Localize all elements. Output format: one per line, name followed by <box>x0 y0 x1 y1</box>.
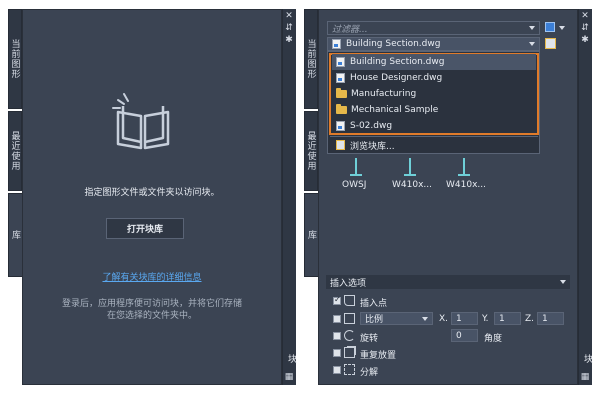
block-preview-owsj[interactable] <box>350 158 362 176</box>
block-name-owsj: OWSJ <box>342 180 367 190</box>
angle-label: 角度 <box>484 334 503 344</box>
scale-x-input[interactable]: 1 <box>451 312 478 325</box>
insertion-point-label: 插入点 <box>360 299 388 309</box>
rotate-icon <box>344 330 355 341</box>
x-label: X. <box>439 314 449 324</box>
browse-library-icon <box>336 140 345 150</box>
filter-input[interactable]: 过滤器... <box>327 21 540 35</box>
learn-more-link[interactable]: 了解有关块库的详细信息 <box>22 270 282 283</box>
z-label: Z. <box>525 314 535 324</box>
tab-library[interactable]: 库 <box>8 193 22 277</box>
right-titlebar-strip <box>578 9 592 385</box>
chevron-down-icon <box>560 280 566 284</box>
dropdown-item-manufacturing[interactable]: Manufacturing <box>332 86 536 102</box>
close-icon[interactable]: ✕ <box>283 11 295 21</box>
browse-library-icon[interactable] <box>545 38 556 49</box>
block-preview-w410-2[interactable] <box>458 158 470 176</box>
chevron-down-icon <box>529 26 535 30</box>
tab-library[interactable]: 库 <box>304 193 318 277</box>
scale-checkbox[interactable] <box>333 315 341 323</box>
tab-current-drawing[interactable]: 当前图形 <box>304 9 318 109</box>
library-message: 指定图形文件或文件夹以访问块。 <box>84 188 220 198</box>
folder-icon <box>336 88 347 98</box>
repeat-placement-checkbox[interactable] <box>333 349 341 357</box>
explode-checkbox[interactable] <box>333 366 341 374</box>
repeat-placement-icon <box>344 347 355 358</box>
scale-icon <box>344 313 355 324</box>
scale-y-input[interactable]: 1 <box>494 312 521 325</box>
explode-label: 分解 <box>360 368 379 378</box>
dwg-file-icon <box>332 39 341 49</box>
dropdown-item-house-designer[interactable]: House Designer.dwg <box>332 70 536 86</box>
chevron-down-icon <box>529 42 535 46</box>
login-info-line2: 在您选择的文件夹中。 <box>106 311 197 321</box>
open-library-button[interactable]: 打开块库 <box>106 218 184 239</box>
tab-recent[interactable]: 最近使用 <box>8 111 22 191</box>
dropdown-item-s02[interactable]: S-02.dwg <box>332 118 536 134</box>
folder-icon <box>336 104 347 114</box>
browse-library-item[interactable]: 浏览块库... <box>332 137 536 153</box>
view-mode-icon[interactable] <box>545 22 555 32</box>
autohide-icon[interactable]: ⇵ <box>579 23 591 33</box>
close-icon[interactable]: ✕ <box>579 11 591 21</box>
insertion-point-icon <box>344 295 355 306</box>
palette-side-label: 块 <box>286 354 296 363</box>
rotate-angle-input[interactable]: 0 <box>451 329 478 342</box>
chevron-down-icon[interactable] <box>559 26 565 30</box>
insert-options-header[interactable]: 插入选项 <box>326 275 570 289</box>
library-file-select[interactable]: Building Section.dwg <box>327 37 540 51</box>
dropdown-item-building-section[interactable]: Building Section.dwg <box>332 54 536 70</box>
settings-icon[interactable]: ✱ <box>579 35 591 45</box>
explode-icon <box>344 364 355 375</box>
rotate-label: 旋转 <box>360 334 379 344</box>
dropdown-item-mechanical-sample[interactable]: Mechanical Sample <box>332 102 536 118</box>
dwg-file-icon <box>336 57 345 67</box>
block-preview-w410-1[interactable] <box>404 158 416 176</box>
dwg-file-icon <box>336 121 345 131</box>
insertion-point-checkbox[interactable] <box>333 295 341 305</box>
open-book-icon <box>112 93 170 150</box>
rotate-checkbox[interactable] <box>333 332 341 340</box>
autohide-icon[interactable]: ⇵ <box>283 23 295 33</box>
palette-side-label: 块 <box>582 354 592 363</box>
block-name-w410-2: W410x... <box>446 180 486 190</box>
scale-z-input[interactable]: 1 <box>537 312 564 325</box>
settings-icon[interactable]: ✱ <box>283 35 295 45</box>
left-titlebar-strip <box>282 9 296 385</box>
tab-recent[interactable]: 最近使用 <box>304 111 318 191</box>
y-label: Y. <box>482 314 489 324</box>
chevron-down-icon <box>422 316 428 321</box>
scale-mode-select[interactable]: 比例 <box>360 312 433 325</box>
properties-icon[interactable]: ▦ <box>283 372 295 382</box>
properties-icon[interactable]: ▦ <box>579 372 591 382</box>
repeat-placement-label: 重复放置 <box>360 351 397 361</box>
tab-current-drawing[interactable]: 当前图形 <box>8 9 22 109</box>
block-name-w410-1: W410x... <box>392 180 432 190</box>
dwg-file-icon <box>336 73 345 83</box>
